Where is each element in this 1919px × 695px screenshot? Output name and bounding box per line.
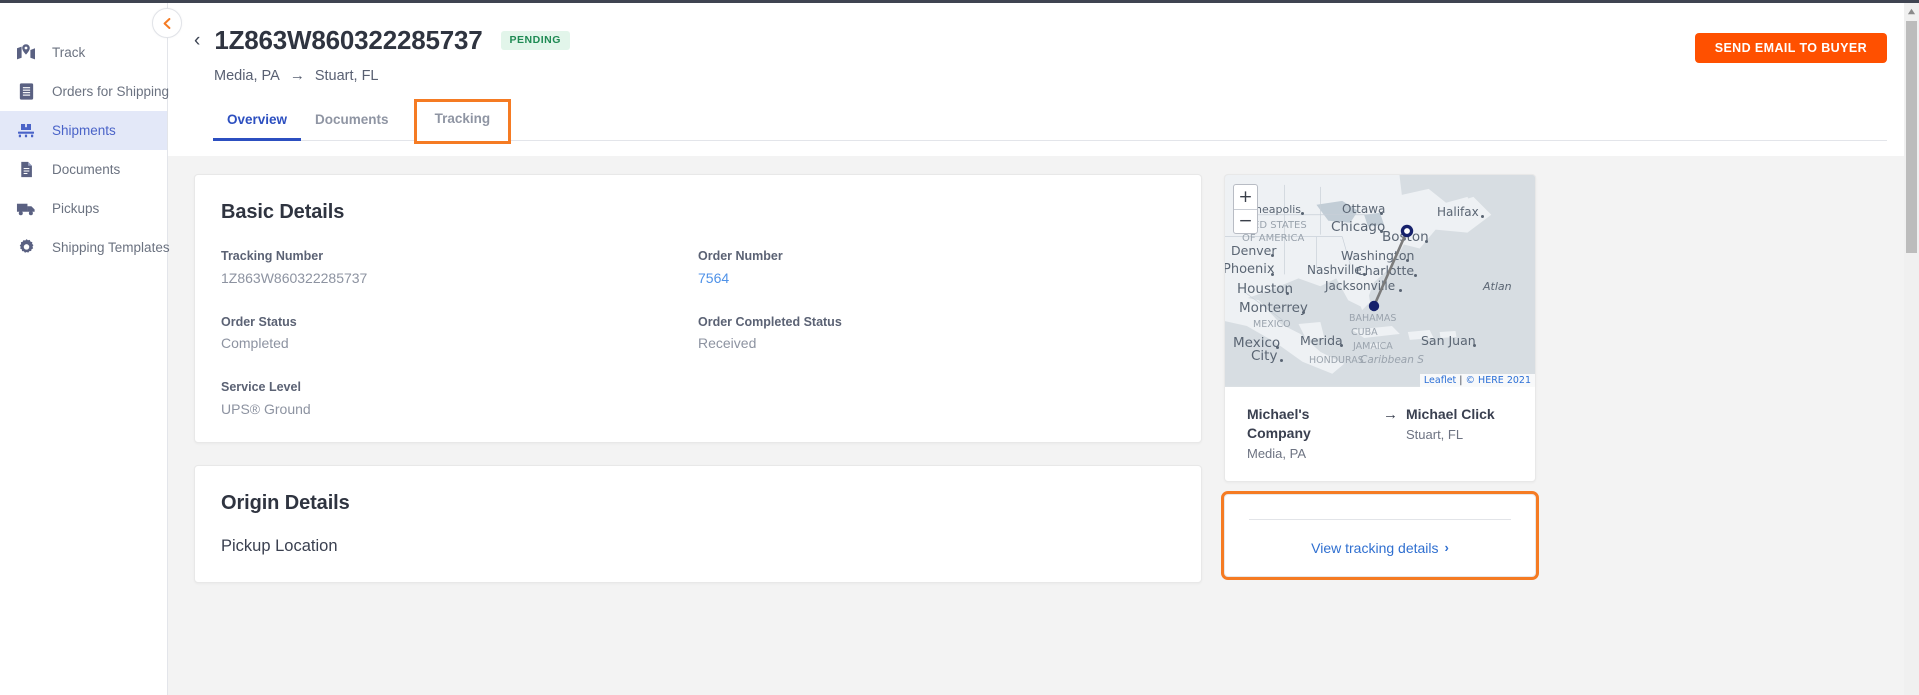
tab-overview[interactable]: Overview (213, 112, 302, 142)
origin-details-title: Origin Details (221, 491, 350, 514)
sidebar-item-label: Documents (52, 161, 121, 177)
pallet-box-icon (15, 120, 37, 142)
sidebar-collapse-toggle[interactable] (152, 8, 182, 38)
sidebar-item-label: Shipping Templates (52, 239, 170, 255)
chevron-right-icon: › (1444, 540, 1449, 556)
origin-city: Media, PA (1247, 445, 1307, 461)
window-top-bar (0, 0, 1919, 3)
scrollbar-thumb[interactable] (1906, 21, 1917, 253)
field-order-status: Order Status Completed (221, 314, 698, 351)
origin-company-name: Michael's Company (1247, 406, 1311, 441)
sidebar-item-label: Orders for Shipping (52, 83, 170, 99)
sidebar-item-shipping-templates[interactable]: Shipping Templates (0, 228, 170, 267)
scroll-up-arrow-icon[interactable] (1907, 7, 1916, 16)
back-chevron-icon[interactable]: ‹ (194, 31, 202, 50)
right-column: + − neapolis Ottawa Halifax ED STATES Chicag… (1221, 174, 1539, 695)
destination-city: Stuart, FL (1406, 426, 1464, 442)
route-origin: Media, PA (214, 67, 280, 84)
basic-details-fields: Tracking Number 1Z863W860322285737 Order… (221, 250, 1175, 416)
map-marker-destination (1368, 300, 1380, 312)
sidebar-item-label: Shipments (52, 122, 116, 138)
route-destination: Stuart, FL (314, 67, 379, 84)
status-badge: PENDING (500, 31, 570, 50)
basic-details-title: Basic Details (221, 201, 345, 223)
route-summary: Media, PA → Stuart, FL (214, 68, 1887, 84)
field-value: Completed (221, 335, 289, 351)
arrow-right-icon: → (1383, 406, 1398, 423)
send-email-to-buyer-button[interactable]: SEND EMAIL TO BUYER (1694, 33, 1887, 63)
field-order-completed-status: Order Completed Status Received (698, 314, 1175, 351)
field-value: 1Z863W860322285737 (221, 269, 368, 286)
field-value: Received (698, 335, 757, 351)
view-tracking-details-label: View tracking details (1311, 539, 1439, 556)
basic-details-card: Basic Details Tracking Number 1Z863W8603… (194, 174, 1202, 443)
sidebar: Track Orders for Shipping Shipments Docu… (0, 0, 182, 695)
arrow-right-icon: → (289, 67, 305, 85)
tab-documents[interactable]: Documents (301, 112, 403, 142)
field-label: Order Number (698, 249, 783, 263)
address-summary: Michael's Company Media, PA → Michael Cl… (1225, 387, 1535, 481)
tab-tracking[interactable]: Tracking (413, 98, 512, 145)
map-zoom-in-button[interactable]: + (1234, 185, 1257, 209)
content-area: Basic Details Tracking Number 1Z863W8603… (168, 156, 1919, 695)
route-map[interactable]: + − neapolis Ottawa Halifax ED STATES Chicag… (1225, 175, 1535, 387)
sidebar-item-orders-for-shipping[interactable]: Orders for Shipping (0, 72, 170, 111)
view-tracking-details-link[interactable]: View tracking details › (1245, 540, 1515, 556)
field-spacer (698, 381, 1175, 416)
map-attribution: Leaflet | © HERE 2021 (1419, 374, 1535, 387)
here-link[interactable]: © HERE 2021 (1466, 375, 1531, 386)
app-root: Track Orders for Shipping Shipments Docu… (0, 0, 1919, 695)
shipment-map-card: + − neapolis Ottawa Halifax ED STATES Chicag… (1224, 174, 1536, 482)
sidebar-item-shipments[interactable]: Shipments (0, 111, 167, 150)
order-list-icon (15, 81, 37, 103)
sidebar-item-track[interactable]: Track (0, 33, 167, 72)
sidebar-item-pickups[interactable]: Pickups (0, 189, 167, 228)
field-label: Tracking Number (221, 249, 324, 263)
chevron-left-icon (163, 17, 171, 29)
title-row: ‹ 1Z863W860322285737 PENDING (194, 26, 1887, 55)
page-title: 1Z863W860322285737 (214, 25, 483, 55)
left-column: Basic Details Tracking Number 1Z863W8603… (194, 174, 1202, 695)
leaflet-link[interactable]: Leaflet (1424, 375, 1456, 386)
field-value-link[interactable]: 7564 (698, 271, 1175, 285)
field-value: UPS® Ground (221, 400, 311, 417)
page-scrollbar[interactable] (1904, 3, 1919, 695)
origin-address: Michael's Company Media, PA (1247, 405, 1377, 461)
gear-icon (15, 237, 37, 259)
pickup-location-heading: Pickup Location (221, 536, 338, 555)
main-content: ‹ 1Z863W860322285737 PENDING Media, PA →… (168, 0, 1919, 695)
route-path (1368, 224, 1414, 312)
field-label: Order Status (221, 314, 297, 329)
document-icon (15, 159, 37, 181)
attribution-separator: | (1456, 375, 1466, 386)
page-header: ‹ 1Z863W860322285737 PENDING Media, PA →… (168, 0, 1919, 156)
field-order-number: Order Number 7564 (698, 250, 1175, 285)
destination-name: Michael Click (1406, 406, 1495, 422)
origin-details-card: Origin Details Pickup Location (194, 464, 1202, 583)
map-zoom-out-button[interactable]: − (1234, 209, 1257, 233)
field-tracking-number: Tracking Number 1Z863W860322285737 (221, 250, 698, 285)
truck-icon (15, 198, 37, 220)
sidebar-item-label: Pickups (52, 200, 100, 216)
field-label: Service Level (221, 380, 301, 394)
tracking-details-card: View tracking details › (1221, 490, 1539, 580)
destination-address: → Michael Click Stuart, FL (1383, 405, 1513, 461)
field-service-level: Service Level UPS® Ground (221, 381, 698, 416)
divider (1249, 518, 1511, 520)
map-zoom-controls: + − (1233, 184, 1258, 234)
sidebar-item-documents[interactable]: Documents (0, 150, 167, 189)
field-label: Order Completed Status (698, 314, 842, 329)
sidebar-item-label: Track (52, 44, 86, 60)
map-pin-icon (15, 42, 37, 64)
tab-bar: Overview Documents Tracking (213, 98, 1887, 145)
